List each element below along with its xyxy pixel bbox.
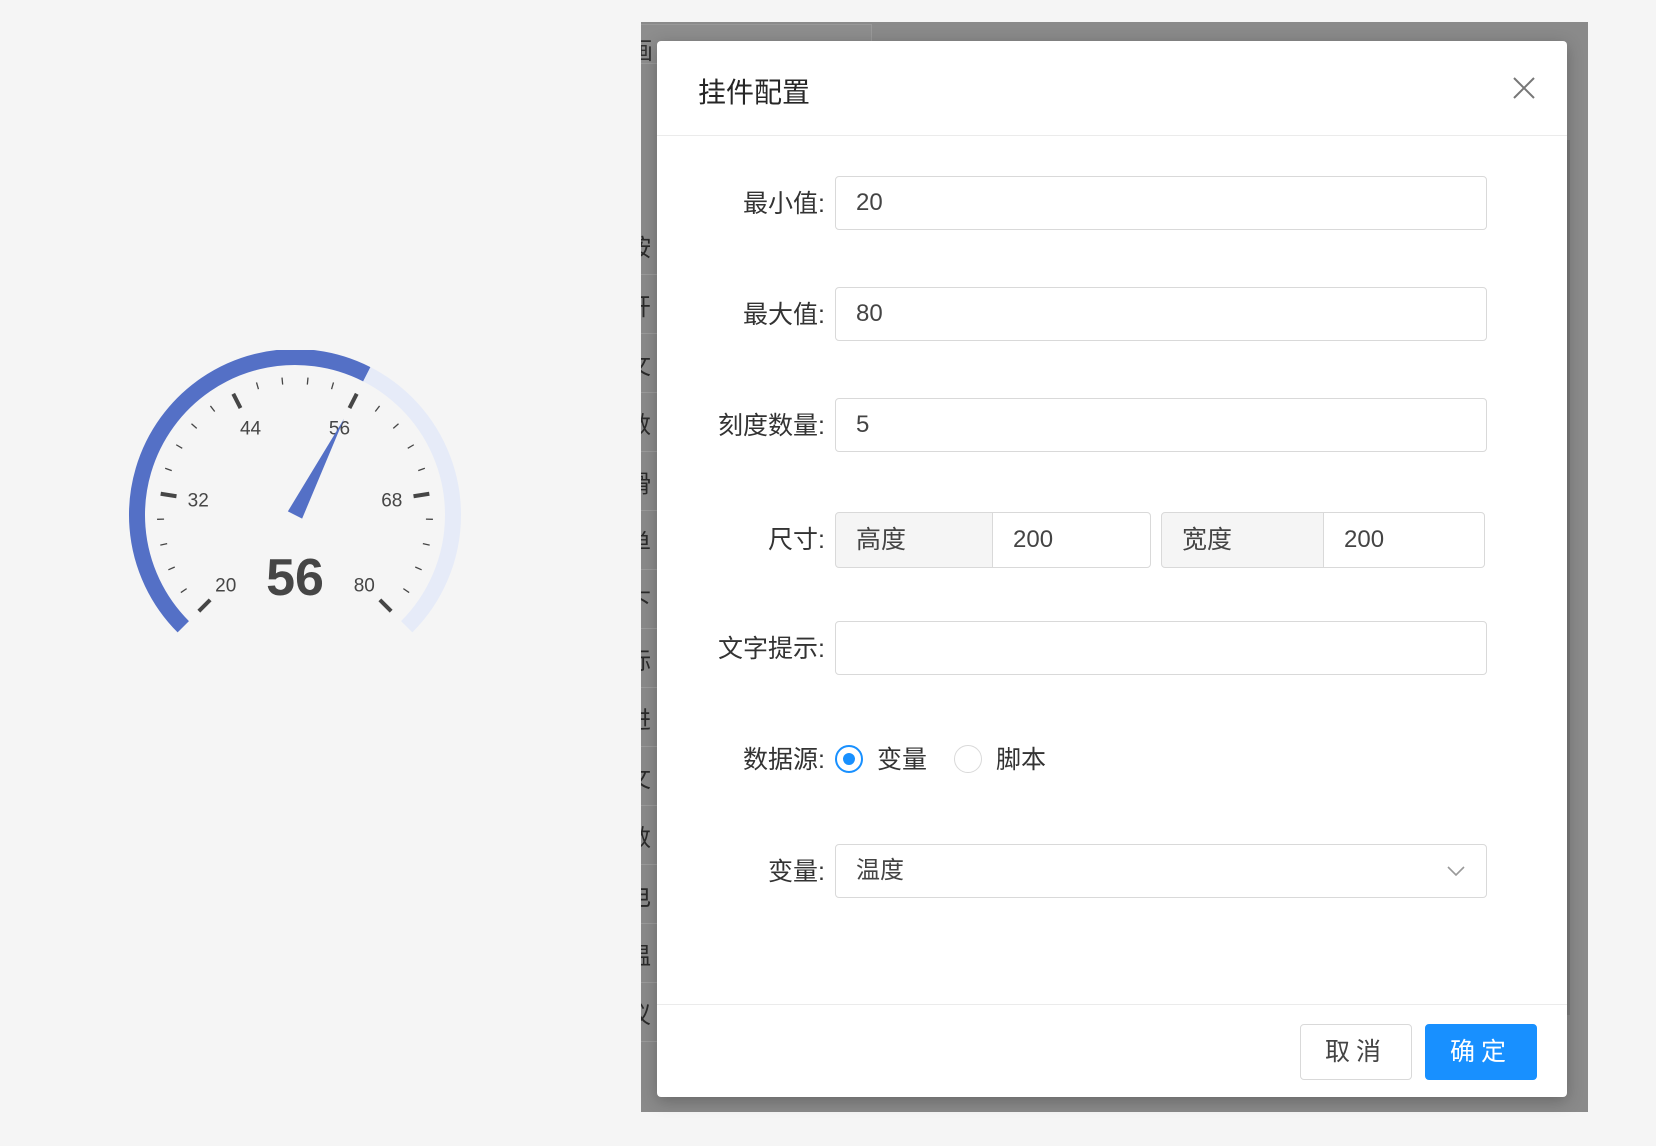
data-source-label: 数据源: bbox=[743, 746, 825, 774]
data-source-row: 数据源: 变量 脚本 bbox=[657, 732, 1567, 788]
gauge-minor-tick bbox=[414, 566, 422, 571]
tick-count-label: 刻度数量: bbox=[718, 412, 825, 440]
hint-text-row: 文字提示: bbox=[657, 621, 1567, 677]
size-row: 尺寸: 高度 200 宽度 200 bbox=[657, 512, 1567, 568]
size-inputs: 高度 200 宽度 200 bbox=[835, 512, 1489, 568]
gauge-minor-tick bbox=[306, 377, 309, 385]
gauge-minor-tick bbox=[402, 588, 410, 594]
cancel-button[interactable]: 取消 bbox=[1300, 1024, 1412, 1080]
gauge-progress bbox=[129, 350, 371, 633]
gauge-major-tick bbox=[160, 491, 177, 499]
dialog-header: 挂件配置 bbox=[657, 41, 1567, 136]
gauge-widget[interactable]: 20324456688056 bbox=[120, 350, 500, 680]
gauge-tick-label: 44 bbox=[240, 419, 262, 440]
max-value-label: 最大值: bbox=[743, 301, 825, 329]
max-value-row: 最大值: 80 bbox=[657, 287, 1567, 343]
gauge-minor-tick bbox=[407, 444, 415, 449]
chevron-down-icon bbox=[1447, 866, 1465, 877]
gauge-minor-tick bbox=[191, 423, 198, 429]
dialog-title: 挂件配置 bbox=[698, 77, 811, 108]
gauge-minor-tick bbox=[175, 444, 183, 449]
gauge-value-label: 56 bbox=[266, 549, 324, 607]
gauge-major-tick bbox=[378, 598, 393, 613]
gauge-tick-label: 32 bbox=[188, 491, 209, 512]
gauge-minor-tick bbox=[255, 382, 260, 390]
gauge-minor-tick bbox=[180, 588, 188, 594]
radio-script-label[interactable]: 脚本 bbox=[996, 732, 1046, 788]
gauge-major-tick bbox=[347, 392, 359, 409]
gauge-tick-label: 20 bbox=[215, 575, 236, 596]
gauge-minor-tick bbox=[392, 423, 399, 429]
gauge-minor-tick bbox=[374, 405, 381, 412]
gauge-major-tick bbox=[197, 598, 212, 613]
radio-variable[interactable] bbox=[835, 745, 863, 773]
min-value-input[interactable]: 20 bbox=[835, 176, 1487, 230]
gauge-pointer bbox=[287, 418, 345, 519]
hint-text-label: 文字提示: bbox=[718, 635, 825, 663]
variable-row: 变量: 温度 bbox=[657, 844, 1567, 900]
min-value-row: 最小值: 20 bbox=[657, 176, 1567, 232]
gauge-chart: 20324456688056 bbox=[129, 350, 461, 633]
width-addon: 宽度 bbox=[1161, 512, 1324, 568]
tick-count-input[interactable]: 5 bbox=[835, 398, 1487, 452]
tick-count-row: 刻度数量: 5 bbox=[657, 398, 1567, 454]
variable-select[interactable]: 温度 bbox=[835, 844, 1487, 898]
max-value-input[interactable]: 80 bbox=[835, 287, 1487, 341]
gauge-minor-tick bbox=[209, 405, 216, 412]
widget-config-dialog: 挂件配置 最小值: 20 最大值: 80 刻度数量: 5 尺寸: 高度 200 … bbox=[657, 41, 1567, 1097]
width-input[interactable]: 200 bbox=[1323, 512, 1485, 568]
gauge-minor-tick bbox=[281, 377, 284, 385]
gauge-tick-label: 68 bbox=[381, 491, 402, 512]
gauge-minor-tick bbox=[164, 467, 172, 472]
gauge-major-tick bbox=[231, 392, 243, 409]
gauge-major-tick bbox=[413, 491, 430, 499]
size-label: 尺寸: bbox=[768, 526, 825, 554]
dialog-footer: 取消 确定 bbox=[657, 1004, 1567, 1097]
gauge-tick-label: 80 bbox=[354, 575, 375, 596]
gauge-minor-tick bbox=[330, 382, 335, 390]
min-value-label: 最小值: bbox=[743, 190, 825, 218]
radio-script[interactable] bbox=[954, 745, 982, 773]
variable-label: 变量: bbox=[768, 858, 825, 886]
gauge-minor-tick bbox=[422, 542, 430, 546]
hint-text-input[interactable] bbox=[835, 621, 1487, 675]
radio-variable-label[interactable]: 变量 bbox=[877, 732, 927, 788]
height-addon: 高度 bbox=[835, 512, 993, 568]
variable-select-value: 温度 bbox=[856, 857, 904, 884]
gauge-minor-tick bbox=[168, 566, 176, 571]
height-input[interactable]: 200 bbox=[992, 512, 1151, 568]
gauge-minor-tick bbox=[418, 467, 426, 472]
ok-button[interactable]: 确定 bbox=[1425, 1024, 1537, 1080]
close-icon[interactable] bbox=[1511, 75, 1537, 101]
gauge-minor-tick bbox=[160, 542, 168, 546]
